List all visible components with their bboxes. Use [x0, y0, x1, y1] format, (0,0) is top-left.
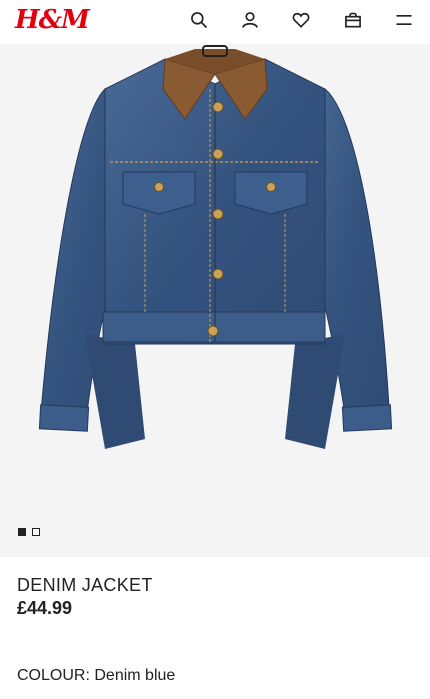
gallery-dot-1[interactable] — [18, 528, 26, 536]
hm-logo[interactable]: H&M — [15, 5, 90, 35]
product-image[interactable] — [35, 44, 395, 504]
colour-selection: COLOUR: Denim blue — [17, 667, 175, 685]
product-info: DENIM JACKET £44.99 — [17, 575, 153, 619]
product-image-gallery[interactable] — [0, 44, 430, 557]
favourites-icon[interactable] — [288, 7, 314, 33]
search-icon[interactable] — [186, 7, 212, 33]
bag-icon[interactable] — [340, 7, 366, 33]
top-navigation-bar: H&M — [0, 0, 430, 44]
gallery-pagination — [18, 528, 40, 536]
colour-label: COLOUR: — [17, 667, 90, 684]
gallery-dot-2[interactable] — [32, 528, 40, 536]
colour-value: Denim blue — [94, 667, 176, 684]
product-price: £44.99 — [17, 598, 73, 618]
menu-icon[interactable] — [391, 7, 417, 33]
account-icon[interactable] — [237, 7, 263, 33]
product-name: DENIM JACKET — [17, 575, 153, 595]
